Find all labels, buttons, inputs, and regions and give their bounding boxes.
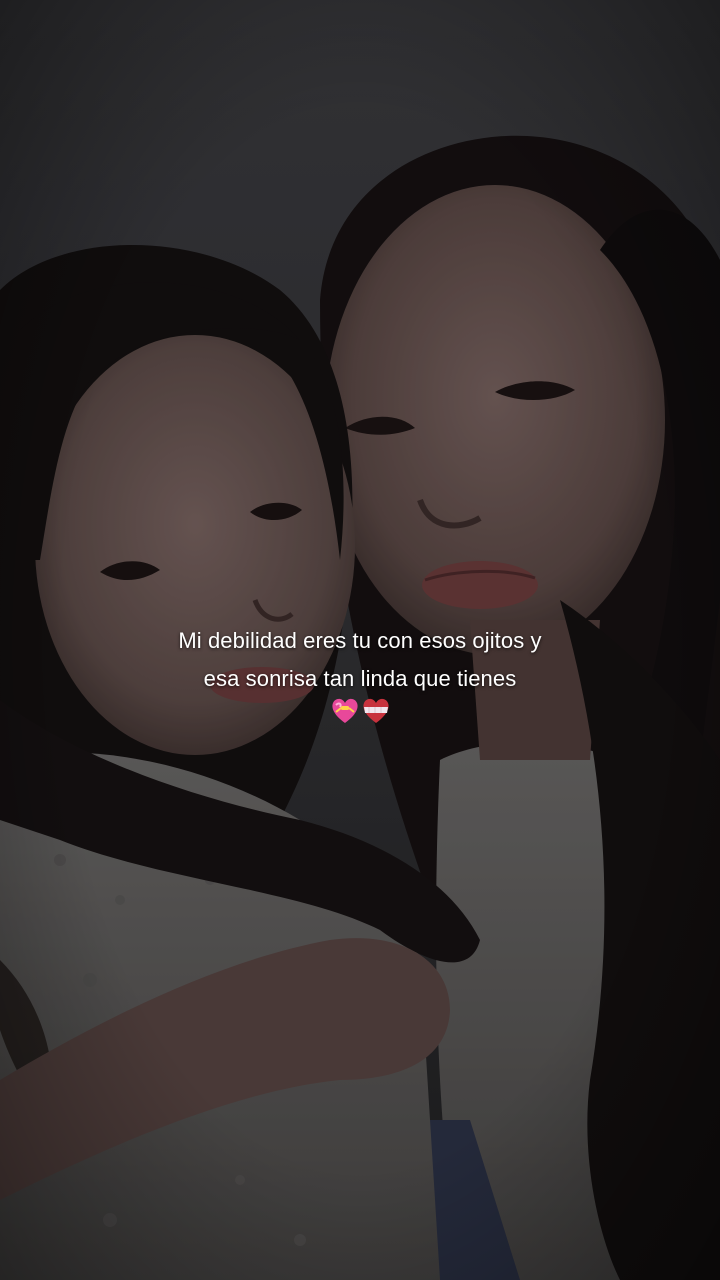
caption-line-1: Mi debilidad eres tu con esos ojitos y	[178, 628, 542, 653]
emoji-row	[332, 698, 389, 723]
video-frame: Mi debilidad eres tu con esos ojitos y e…	[0, 0, 720, 1280]
heart-with-ribbon-icon	[332, 698, 358, 723]
caption-text: Mi debilidad eres tu con esos ojitos y e…	[60, 622, 660, 698]
mending-heart-icon	[363, 698, 389, 723]
caption-line-2: esa sonrisa tan linda que tienes	[203, 666, 517, 691]
